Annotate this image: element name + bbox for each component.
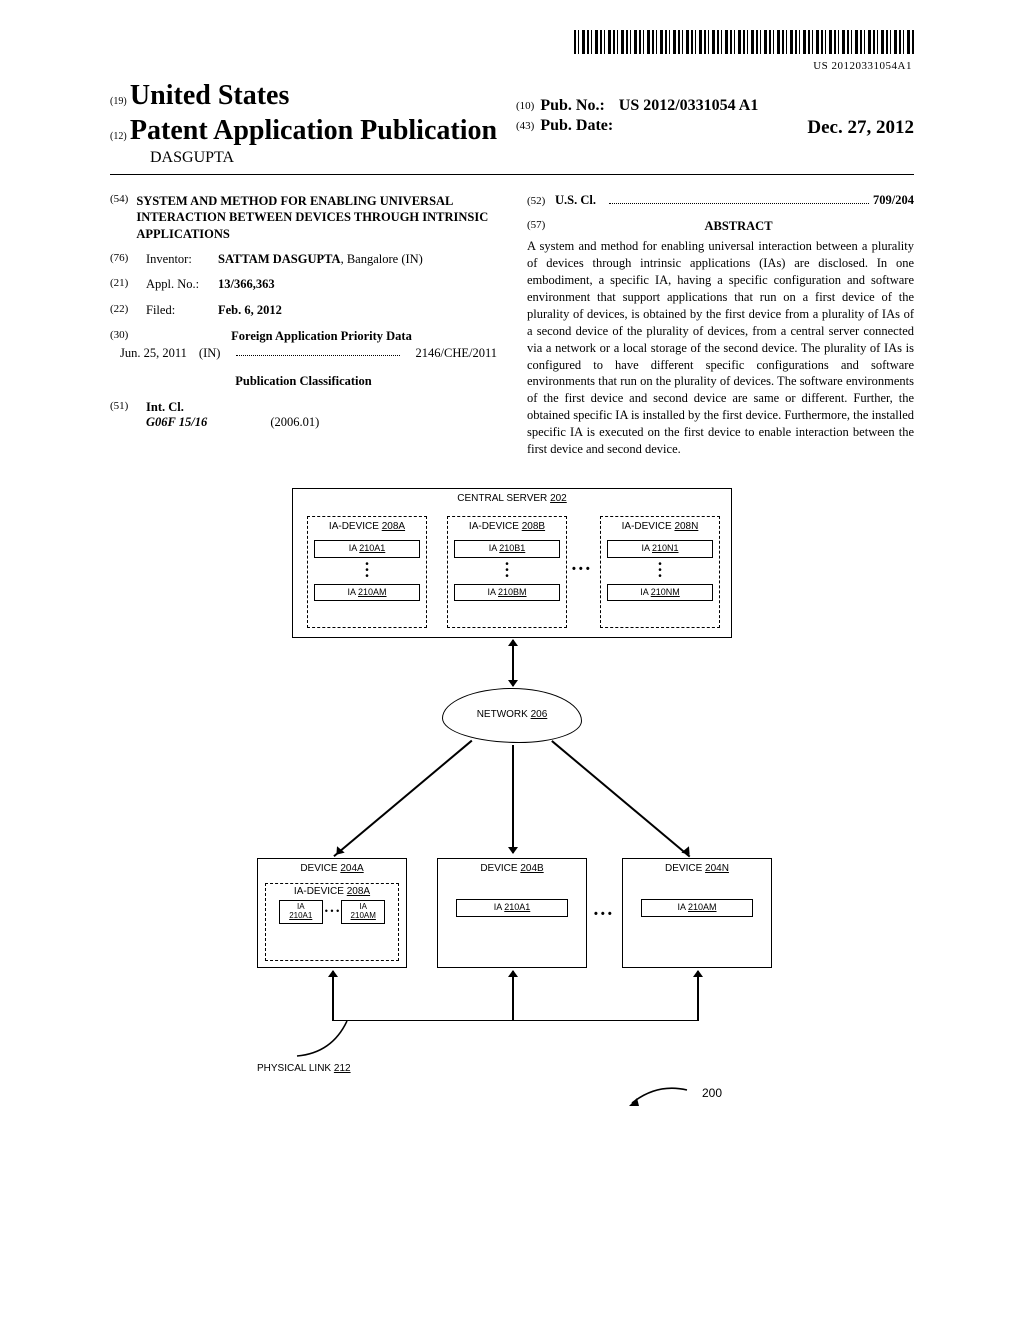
intcl-year: (2006.01) — [270, 415, 319, 429]
f21-code: (21) — [110, 277, 138, 293]
conn-cloud-devA — [334, 740, 473, 857]
f57-code: (57) — [527, 219, 555, 239]
hdots-server: • • • — [572, 563, 590, 577]
phys-stub-n — [697, 971, 699, 1021]
pubdate-label: Pub. Date: — [540, 116, 613, 140]
pubno-code: (10) — [516, 96, 534, 116]
f30-code: (30) — [110, 329, 138, 345]
dots-leader — [236, 346, 399, 356]
figure-wrap: CENTRAL SERVER 202 IA-DEVICE 208A IA 210… — [110, 488, 914, 1128]
priority-date: Jun. 25, 2011 — [120, 346, 187, 362]
invention-title: SYSTEM AND METHOD FOR ENABLING UNIVERSAL… — [136, 193, 497, 242]
inventor-loc: , Bangalore (IN) — [341, 252, 423, 266]
f76-code: (76) — [110, 252, 138, 268]
phys-link-curve — [292, 1018, 372, 1068]
barcode-number: US 20120331054A1 — [110, 60, 914, 74]
ia-device-b: IA-DEVICE 208B IA 210B1 ••• IA 210BM — [447, 516, 567, 628]
f21-label: Appl. No.: — [146, 277, 210, 293]
ref200-curve — [627, 1078, 697, 1108]
ia-device-n: IA-DEVICE 208N IA 210N1 ••• IA 210NM — [600, 516, 720, 628]
device-a-ia-box: IA-DEVICE 208A IA210A1 • • • IA210AM — [265, 883, 399, 961]
header-rule — [110, 174, 914, 175]
pubdate-value: Dec. 27, 2012 — [807, 116, 914, 140]
country-code: (19) — [110, 96, 127, 107]
conn-cloud-devN — [552, 740, 691, 857]
f52-code: (52) — [527, 195, 555, 209]
device-b-box: DEVICE 204B IA 210A1 — [437, 858, 587, 968]
f30-heading: Foreign Application Priority Data — [146, 329, 497, 345]
ia-210b1: IA 210B1 — [454, 540, 560, 557]
abstract-text: A system and method for enabling univers… — [527, 238, 914, 457]
conn-server-network — [512, 640, 514, 686]
pubno-label: Pub. No.: — [540, 96, 604, 116]
doctype: Patent Application Publication — [130, 115, 497, 146]
hdots-devices: • • • — [594, 908, 612, 922]
f22-code: (22) — [110, 303, 138, 319]
phys-stub-b — [512, 971, 514, 1021]
pubdate-code: (43) — [516, 116, 534, 140]
barcode-area: US 20120331054A1 — [110, 30, 914, 74]
network-cloud: NETWORK 206 — [442, 688, 582, 743]
title-block: (19) United States (12) Patent Applicati… — [110, 78, 914, 168]
uscl-value: 709/204 — [873, 193, 914, 209]
device-n-ia: IA 210AM — [641, 899, 753, 916]
f51-label: Int. Cl. — [146, 400, 184, 416]
ia-210n1: IA 210N1 — [607, 540, 713, 557]
barcode-graphic — [574, 30, 914, 54]
figure: CENTRAL SERVER 202 IA-DEVICE 208A IA 210… — [232, 488, 792, 1128]
central-server-label: CENTRAL SERVER 202 — [293, 489, 731, 510]
priority-num: 2146/CHE/2011 — [416, 346, 497, 362]
phys-bus — [332, 1020, 698, 1022]
device-a-ia1: IA210A1 — [279, 900, 323, 924]
device-a-iam: IA210AM — [341, 900, 385, 924]
filed-date: Feb. 6, 2012 — [218, 303, 497, 319]
author: DASGUPTA — [110, 148, 508, 168]
f52-label: U.S. Cl. — [555, 193, 605, 209]
f76-label: Inventor: — [146, 252, 210, 268]
f22-label: Filed: — [146, 303, 210, 319]
priority-country: (IN) — [199, 346, 221, 362]
ia-210am: IA 210AM — [314, 584, 420, 601]
doctype-code: (12) — [110, 131, 127, 142]
ia-device-a: IA-DEVICE 208A IA 210A1 ••• IA 210AM — [307, 516, 427, 628]
device-b-ia: IA 210A1 — [456, 899, 568, 916]
intcl-class: G06F 15/16 — [146, 415, 207, 429]
dots-leader-2 — [609, 194, 869, 204]
f51-code: (51) — [110, 400, 138, 416]
biblio-columns: (54) SYSTEM AND METHOD FOR ENABLING UNIV… — [110, 193, 914, 458]
phys-link-label: PHYSICAL LINK 212 — [257, 1063, 351, 1076]
phys-stub-a — [332, 971, 334, 1021]
left-column: (54) SYSTEM AND METHOD FOR ENABLING UNIV… — [110, 193, 497, 458]
conn-cloud-devB — [512, 745, 514, 853]
f54-code: (54) — [110, 193, 128, 242]
device-n-box: DEVICE 204N IA 210AM — [622, 858, 772, 968]
appl-no: 13/366,363 — [218, 277, 497, 293]
ia-210bm: IA 210BM — [454, 584, 560, 601]
country: United States — [130, 80, 289, 111]
pubclass-heading: Publication Classification — [110, 374, 497, 390]
right-column: (52) U.S. Cl. 709/204 (57) ABSTRACT A sy… — [527, 193, 914, 458]
fig-ref-200: 200 — [702, 1086, 722, 1101]
pubno-value: US 2012/0331054 A1 — [619, 96, 759, 116]
abstract-heading: ABSTRACT — [563, 219, 914, 235]
inventor-name: SATTAM DASGUPTA — [218, 252, 341, 266]
ia-210nm: IA 210NM — [607, 584, 713, 601]
ia-210a1: IA 210A1 — [314, 540, 420, 557]
